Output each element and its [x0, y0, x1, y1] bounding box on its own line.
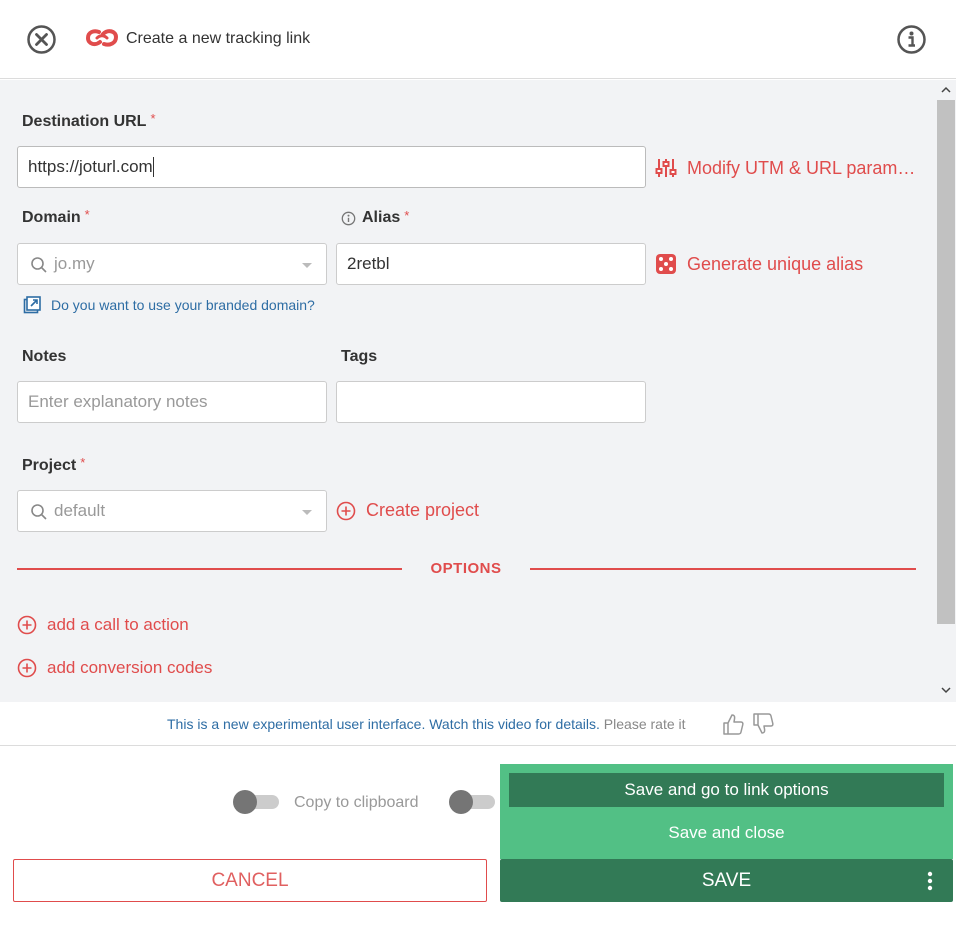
more-vertical-icon[interactable]	[927, 871, 933, 891]
scrollbar-thumb[interactable]	[937, 100, 955, 624]
joturl-logo-icon	[86, 29, 118, 47]
info-icon[interactable]	[896, 24, 927, 55]
cancel-button[interactable]: CANCEL	[13, 859, 487, 902]
modify-utm-link[interactable]: Modify UTM & URL param…	[655, 157, 915, 179]
project-value: default	[54, 501, 106, 520]
copy-clipboard-label: Copy to clipboard	[294, 794, 419, 811]
alias-input[interactable]: 2retbl	[336, 243, 646, 285]
thumbs-up-icon[interactable]	[722, 712, 744, 736]
external-link-icon	[23, 296, 41, 314]
project-label: Project *	[22, 455, 86, 474]
dialog-title: Create a new tracking link	[126, 30, 311, 47]
alias-label: Alias *	[341, 208, 409, 227]
project-select[interactable]: default	[17, 490, 327, 532]
domain-label: Domain *	[22, 207, 90, 226]
destination-url-value: https://joturl.com	[28, 157, 153, 176]
chevron-down-icon	[302, 263, 312, 268]
dice-icon	[656, 254, 676, 274]
save-button[interactable]: SAVE	[500, 859, 953, 902]
plus-circle-icon	[17, 615, 37, 635]
infobar-text: This is a new experimental user interfac…	[167, 716, 686, 732]
notes-label: Notes	[22, 348, 67, 365]
menu-save-close[interactable]: Save and close	[509, 816, 944, 850]
create-project-link[interactable]: Create project	[336, 500, 479, 521]
destination-url-label: Destination URL *	[22, 111, 156, 130]
plus-circle-icon	[17, 658, 37, 678]
sliders-icon	[655, 159, 677, 177]
form-scrollbar[interactable]	[936, 80, 956, 702]
options-divider-left	[17, 568, 402, 570]
generate-alias-link[interactable]: Generate unique alias	[655, 253, 863, 275]
info-small-icon[interactable]	[341, 211, 356, 226]
save-options-menu: Save and go to link options Save and clo…	[500, 764, 953, 859]
watch-video-link[interactable]: This is a new experimental user interfac…	[167, 716, 600, 732]
domain-value: jo.my	[54, 254, 95, 273]
destination-url-input[interactable]: https://joturl.com	[17, 146, 646, 188]
chevron-up-icon[interactable]	[940, 84, 952, 96]
add-call-to-action-link[interactable]: add a call to action	[17, 615, 189, 635]
chevron-down-icon	[302, 510, 312, 515]
experimental-info-bar: This is a new experimental user interfac…	[0, 702, 956, 746]
menu-save-go-options[interactable]: Save and go to link options	[509, 773, 944, 807]
chevron-down-icon[interactable]	[940, 684, 952, 696]
tags-input[interactable]	[336, 381, 646, 423]
plus-circle-icon	[336, 501, 356, 520]
add-conversion-codes-link[interactable]: add conversion codes	[17, 658, 212, 678]
tags-label: Tags	[341, 348, 378, 365]
options-heading: OPTIONS	[430, 560, 502, 577]
copy-clipboard-toggle[interactable]	[233, 790, 281, 814]
link-form: Destination URL * https://joturl.com Modi…	[0, 80, 936, 702]
secondary-toggle[interactable]	[449, 790, 497, 814]
notes-input[interactable]: Enter explanatory notes	[17, 381, 327, 423]
close-icon[interactable]	[26, 24, 57, 55]
search-icon	[31, 257, 47, 273]
search-icon	[31, 504, 47, 520]
dialog-header: Create a new tracking link	[0, 0, 956, 79]
domain-select[interactable]: jo.my	[17, 243, 327, 285]
thumbs-down-icon[interactable]	[752, 712, 774, 736]
branded-domain-link[interactable]: Do you want to use your branded domain?	[23, 296, 315, 314]
options-divider-right	[530, 568, 916, 570]
